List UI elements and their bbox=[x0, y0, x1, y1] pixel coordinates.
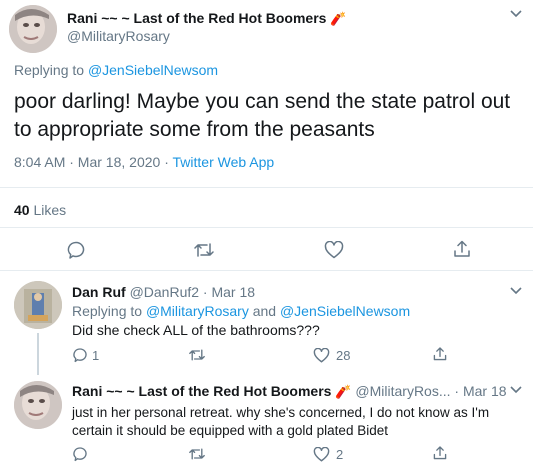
author-name[interactable]: Rani ~~ ~ Last of the Red Hot Boomers bbox=[72, 383, 331, 399]
mention-link[interactable]: @JenSiebelNewsom bbox=[280, 303, 410, 319]
tweet-text-line: certain it should be equipped with a gol… bbox=[72, 423, 388, 438]
tweet-text: Did she check ALL of the bathrooms??? bbox=[72, 322, 320, 338]
author-handle[interactable]: @MilitaryRosary bbox=[67, 28, 170, 44]
avatar[interactable] bbox=[14, 281, 62, 329]
like-icon[interactable] bbox=[313, 447, 330, 462]
author-name[interactable]: Dan Ruf bbox=[72, 284, 126, 300]
like-icon[interactable] bbox=[313, 348, 330, 363]
reply-icon[interactable] bbox=[72, 446, 88, 462]
retweet-icon[interactable] bbox=[193, 240, 215, 260]
tweet-date[interactable]: · Mar 18 bbox=[203, 284, 255, 300]
chevron-down-icon[interactable] bbox=[510, 10, 522, 18]
author-handle[interactable]: @MilitaryRos... bbox=[355, 383, 450, 399]
author-handle[interactable]: @DanRuf2 bbox=[130, 284, 199, 300]
mention-link[interactable]: @MilitaryRosary bbox=[146, 303, 249, 319]
firecracker-icon: 🧨 bbox=[330, 11, 347, 26]
likes-count: 40 bbox=[14, 202, 30, 218]
share-icon[interactable] bbox=[432, 445, 448, 461]
source-link[interactable]: Twitter Web App bbox=[173, 154, 275, 170]
tweet-text-line: just in her personal retreat. why she's … bbox=[72, 405, 490, 420]
chevron-down-icon[interactable] bbox=[510, 386, 522, 394]
reply-count: 1 bbox=[92, 348, 100, 363]
like-icon[interactable] bbox=[324, 241, 344, 259]
retweet-icon[interactable] bbox=[188, 347, 206, 363]
author-name[interactable]: Rani ~~ ~ Last of the Red Hot Boomers bbox=[67, 10, 326, 26]
avatar[interactable] bbox=[14, 381, 62, 429]
mention-link[interactable]: @JenSiebelNewsom bbox=[88, 62, 218, 78]
firecracker-icon: 🧨 bbox=[335, 384, 352, 399]
tweet-date[interactable]: · Mar 18 bbox=[454, 383, 506, 399]
like-count: 2 bbox=[336, 447, 344, 462]
tweet-text: poor darling! Maybe you can send the sta… bbox=[14, 90, 511, 141]
share-icon[interactable] bbox=[432, 346, 448, 362]
tweet-text: just in her personal retreat. why she's … bbox=[72, 404, 522, 440]
retweet-icon[interactable] bbox=[188, 446, 206, 462]
likes-label: Likes bbox=[33, 202, 67, 218]
like-count: 28 bbox=[336, 348, 351, 363]
reply-icon[interactable] bbox=[72, 347, 88, 363]
timestamp[interactable]: 8:04 AM · Mar 18, 2020 · bbox=[14, 154, 173, 170]
avatar[interactable] bbox=[9, 5, 57, 53]
reply-icon[interactable] bbox=[66, 240, 86, 260]
tweet-meta: 8:04 AM · Mar 18, 2020 · Twitter Web App bbox=[14, 154, 274, 170]
thread-line bbox=[37, 333, 39, 375]
replying-to: Replying to @MilitaryRosary and @JenSieb… bbox=[72, 303, 411, 319]
share-icon[interactable] bbox=[452, 239, 472, 259]
likes-stat[interactable]: 40 Likes bbox=[14, 202, 66, 218]
replying-to: Replying to @JenSiebelNewsom bbox=[14, 62, 219, 78]
chevron-down-icon[interactable] bbox=[510, 287, 522, 295]
